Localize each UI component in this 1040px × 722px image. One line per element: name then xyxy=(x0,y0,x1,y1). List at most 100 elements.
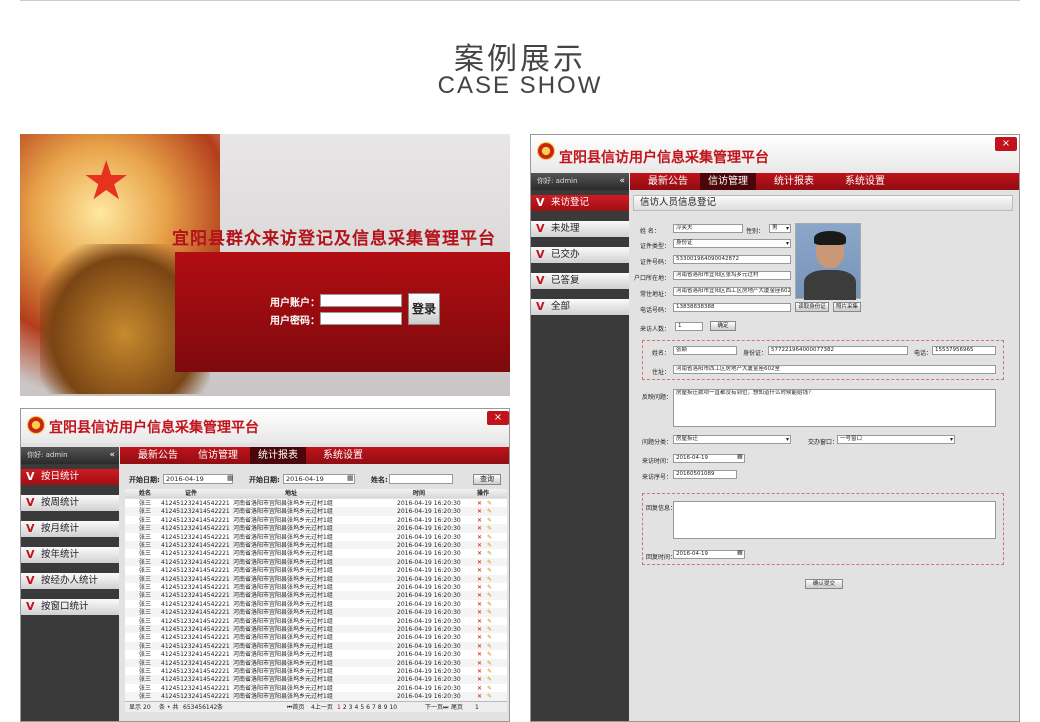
sidebar-item-weekly[interactable]: V 按周统计 xyxy=(21,495,119,511)
read-id-button[interactable]: 读取身份证 xyxy=(795,302,829,312)
pager-prev[interactable]: 4上一页 xyxy=(311,702,333,713)
gender-label: 性别： xyxy=(746,228,765,235)
sidebar: 你好: admin « V 来访登记 V 未处理 V 已交办 V 已答复 V 全部 xyxy=(531,173,629,721)
reply-label: 回复信息： xyxy=(646,505,677,512)
pager-total-unit: 条 xyxy=(217,704,224,711)
page-link[interactable]: 7 xyxy=(372,704,376,711)
companion-phone-input[interactable]: 15537956965 xyxy=(932,346,996,355)
calendar-icon[interactable]: ▦ xyxy=(737,549,743,556)
id-type-select[interactable]: 身份证 xyxy=(673,239,791,248)
pager-first[interactable]: ⏮首页 xyxy=(287,702,304,713)
id-number-input[interactable]: 533001964090042872 xyxy=(673,255,791,264)
edit-icon[interactable]: ✎ xyxy=(487,692,492,701)
sidebar-item-monthly[interactable]: V 按月统计 xyxy=(21,521,119,537)
visitor-count-input[interactable]: 1 xyxy=(675,322,703,331)
page-link[interactable]: 10 xyxy=(389,704,397,711)
collapse-icon[interactable]: « xyxy=(619,173,625,190)
visit-no-input[interactable]: 20160501089 xyxy=(673,470,737,479)
password-input[interactable] xyxy=(320,312,402,325)
calendar-icon[interactable]: ▦ xyxy=(227,474,234,482)
companion-id-input[interactable]: 577221964000077382 xyxy=(768,346,908,355)
start-date-input[interactable]: 2016-04-19 xyxy=(163,474,233,484)
sidebar-item-unprocessed[interactable]: V 未处理 xyxy=(531,221,629,237)
v-icon: V xyxy=(26,496,35,509)
pager-last[interactable]: 尾页 xyxy=(451,702,463,713)
close-button[interactable]: × xyxy=(487,411,509,425)
nav-stats-reports[interactable]: 统计报表 xyxy=(250,447,306,464)
visit-no-label: 来访序号： xyxy=(642,474,673,481)
sidebar-item-register[interactable]: V 来访登记 xyxy=(531,195,629,211)
pager-next[interactable]: 下一页⏭ xyxy=(425,702,448,713)
name-filter-input[interactable] xyxy=(389,474,453,484)
sidebar-item-label: 已交办 xyxy=(551,249,580,260)
address-input[interactable]: 河南省洛阳市宜阳区西工区房地产大厦金座602室 xyxy=(673,287,791,296)
pager-unit: 条 • 共 xyxy=(159,704,179,711)
page-link[interactable]: 9 xyxy=(384,704,388,711)
nav-announcements[interactable]: 最新公告 xyxy=(640,173,696,190)
gender-select[interactable]: 男 xyxy=(769,224,791,233)
v-icon: V xyxy=(536,248,545,261)
sidebar-item-label: 已答复 xyxy=(551,275,580,286)
pager-display: 显示 xyxy=(129,704,142,711)
category-select[interactable]: 房屋拆迁 xyxy=(673,435,791,444)
sidebar-item-by-window[interactable]: V 按窗口统计 xyxy=(21,599,119,615)
sidebar-item-replied[interactable]: V 已答复 xyxy=(531,273,629,289)
photo-capture-button[interactable]: 照片采集 xyxy=(833,302,861,312)
name-input[interactable]: 冷笑夫 xyxy=(673,224,743,233)
calendar-icon[interactable]: ▦ xyxy=(347,474,354,482)
sidebar-item-label: 按经办人统计 xyxy=(41,575,99,586)
login-button[interactable]: 登录 xyxy=(408,293,440,325)
section-title: 信访人员信息登记 xyxy=(633,195,1013,211)
companion-name-input[interactable]: 张颖 xyxy=(673,346,737,355)
companion-addr-input[interactable]: 河南省洛阳市西工区房地产大厦金座602室 xyxy=(673,365,996,374)
stats-window: 宜阳县信访用户信息采集管理平台 × 最新公告 信访管理 统计报表 系统设置 你好… xyxy=(20,408,510,722)
visit-time-input[interactable]: 2016-04-19 xyxy=(673,454,745,463)
page-link[interactable]: 1 xyxy=(337,704,341,711)
reply-textarea[interactable] xyxy=(673,501,996,539)
v-icon: V xyxy=(536,222,545,235)
sidebar-item-all[interactable]: V 全部 xyxy=(531,299,629,315)
calendar-icon[interactable]: ▦ xyxy=(737,453,743,460)
delete-icon[interactable]: ✕ xyxy=(477,692,482,701)
issue-textarea[interactable]: 房屋拆迁款项一直都没有到位，想知道什么时候能给钱？ xyxy=(673,389,996,427)
query-button[interactable]: 查询 xyxy=(473,474,501,485)
sidebar-item-daily[interactable]: V 按日统计 xyxy=(21,469,119,485)
sidebar-item-yearly[interactable]: V 按年统计 xyxy=(21,547,119,563)
col-id: 证件 xyxy=(185,490,198,497)
nav-petition-mgmt[interactable]: 信访管理 xyxy=(190,447,246,464)
name-filter-label: 姓名: xyxy=(371,476,388,484)
collapse-icon[interactable]: « xyxy=(109,447,115,464)
pager-pages: 1 2 3 4 5 6 7 8 9 10 xyxy=(337,702,399,713)
per-page-select[interactable]: 20 xyxy=(143,702,151,713)
pager-total: 653456142 xyxy=(183,704,218,711)
end-date-input[interactable]: 2016-04-19 xyxy=(283,474,355,484)
account-input[interactable] xyxy=(320,294,402,307)
nav-system-settings[interactable]: 系统设置 xyxy=(832,173,898,190)
pager-jump-input[interactable]: 1 xyxy=(475,702,479,713)
nav-stats-reports[interactable]: 统计报表 xyxy=(766,173,822,190)
confirm-count-button[interactable]: 确定 xyxy=(710,321,736,331)
name-label: 姓 名： xyxy=(640,228,660,235)
table-row: 张三 412451232414542221 河南省洛阳市宜阳县张坞乡元过村1组 201… xyxy=(125,692,507,702)
page-link[interactable]: 4 xyxy=(354,704,358,711)
page-link[interactable]: 6 xyxy=(366,704,370,711)
phone-label: 电话号码： xyxy=(640,307,671,314)
nav-petition-mgmt[interactable]: 信访管理 xyxy=(700,173,756,190)
pager: 显示 20 条 • 共 653456142 条 ⏮首页 4上一页 1234567… xyxy=(125,701,507,712)
submit-button[interactable]: 确认提交 xyxy=(805,579,843,589)
app-title: 宜阳县信访用户信息采集管理平台 xyxy=(559,150,769,166)
sidebar-item-by-handler[interactable]: V 按经办人统计 xyxy=(21,573,119,589)
phone-input[interactable]: 13838838388 xyxy=(673,303,791,312)
hukou-input[interactable]: 河南省洛阳市宜阳区张坞乡元过村 xyxy=(673,271,791,280)
reply-time-input[interactable]: 2016-04-19 xyxy=(673,550,745,559)
window-select[interactable]: 一号窗口 xyxy=(837,435,955,444)
page-link[interactable]: 5 xyxy=(360,704,364,711)
sidebar-item-assigned[interactable]: V 已交办 xyxy=(531,247,629,263)
page-link[interactable]: 3 xyxy=(349,704,353,711)
nav-announcements[interactable]: 最新公告 xyxy=(130,447,186,464)
page-link[interactable]: 2 xyxy=(343,704,347,711)
close-button[interactable]: × xyxy=(995,137,1017,151)
page-link[interactable]: 8 xyxy=(378,704,382,711)
sidebar-header: 你好: admin « xyxy=(21,447,119,464)
nav-system-settings[interactable]: 系统设置 xyxy=(310,447,376,464)
